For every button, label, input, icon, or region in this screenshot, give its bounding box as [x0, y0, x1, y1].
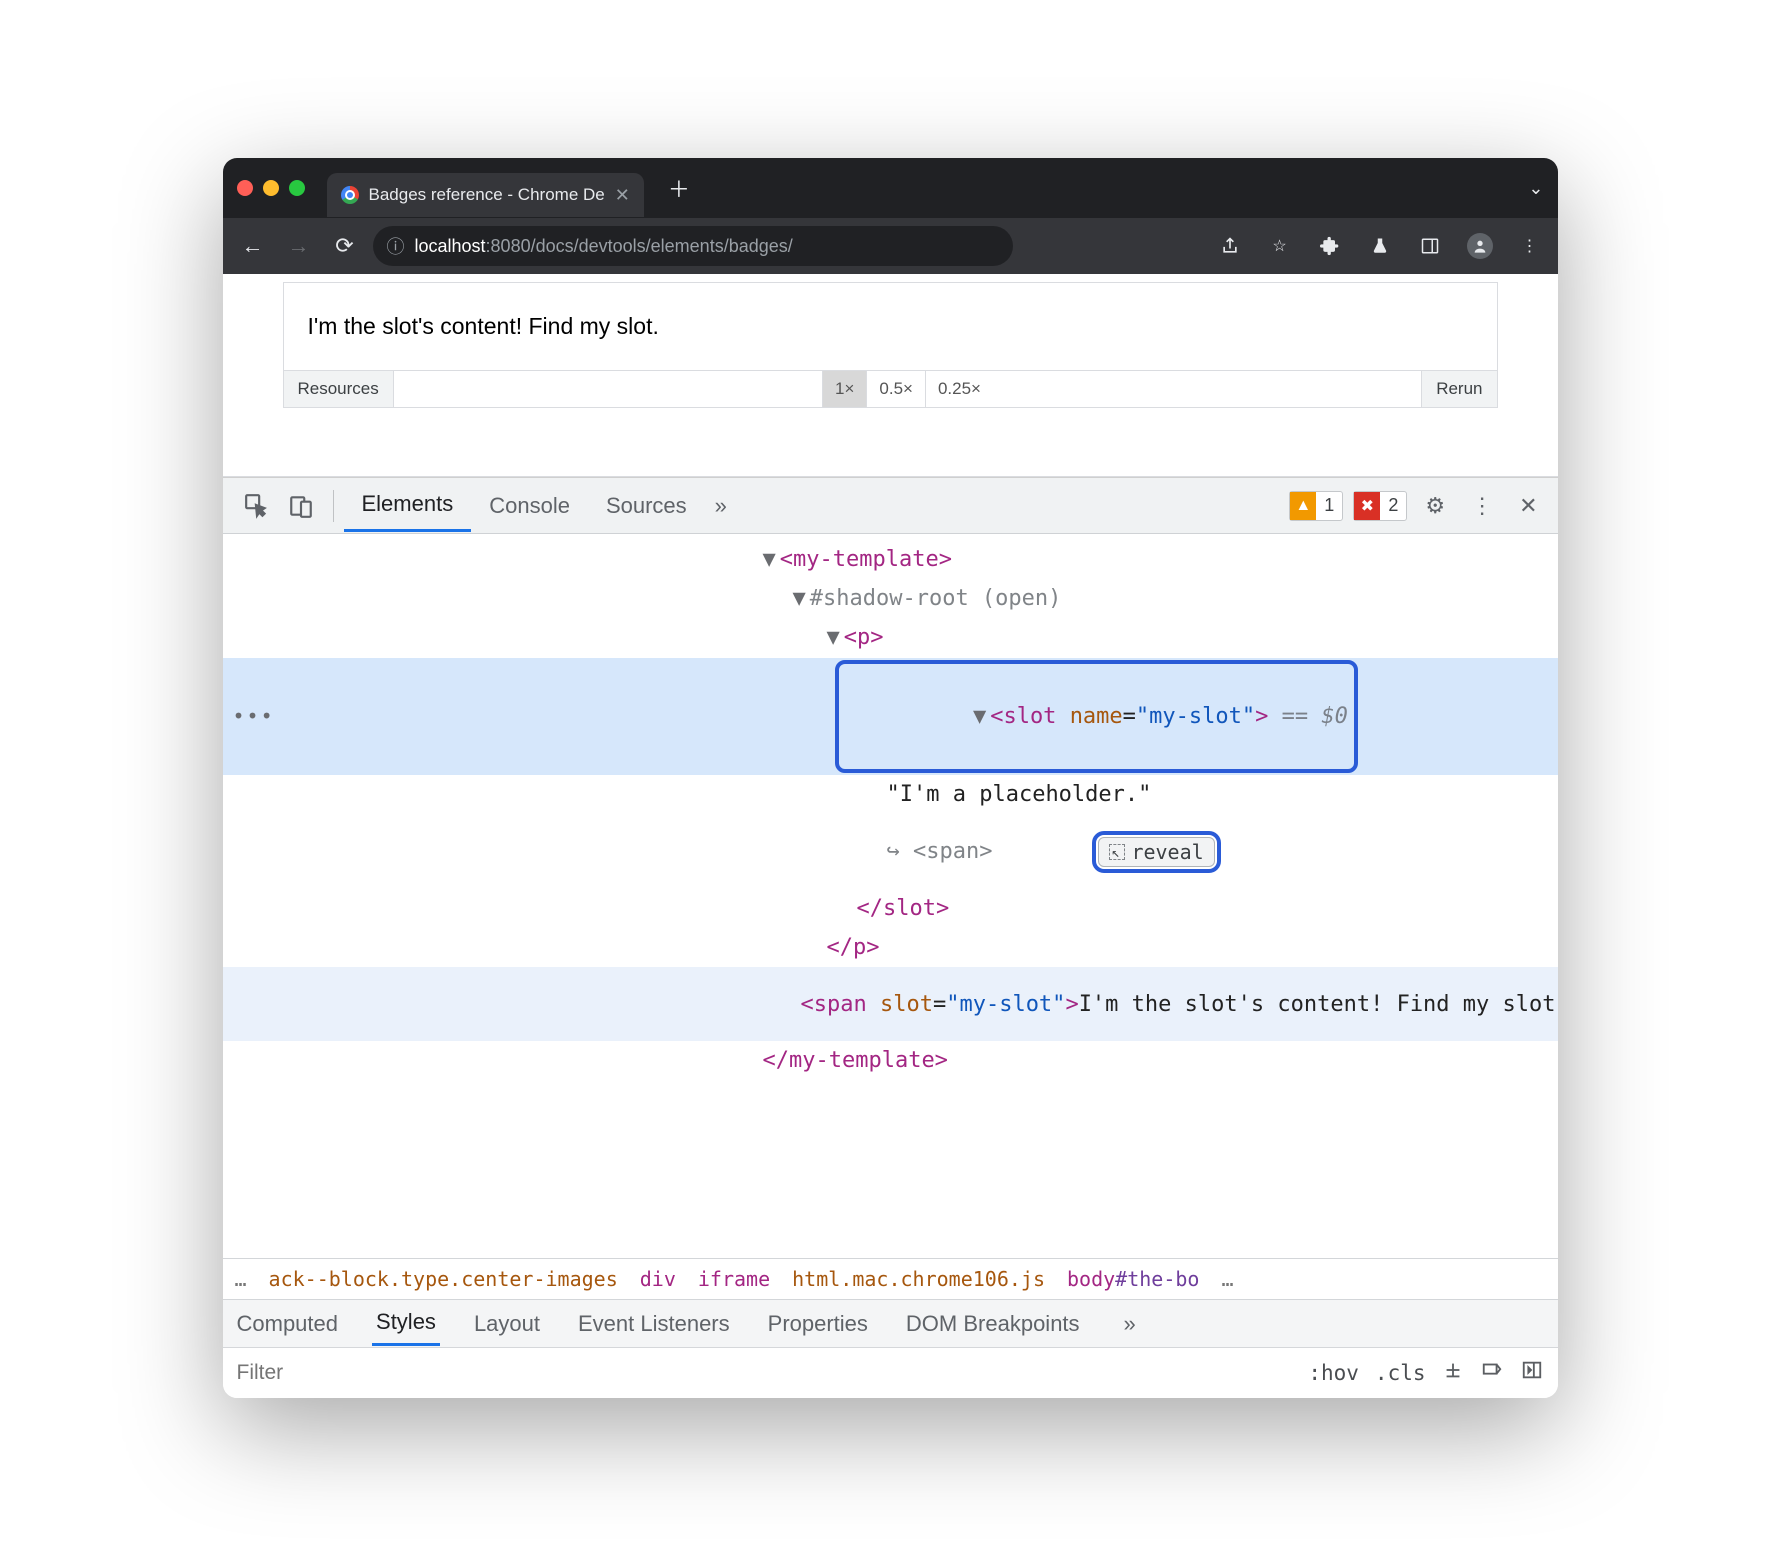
minimize-window-icon[interactable] — [263, 180, 279, 196]
page-viewport: I'm the slot's content! Find my slot. Re… — [223, 274, 1558, 477]
side-panel-icon[interactable] — [1414, 230, 1446, 262]
reveal-badge[interactable]: reveal — [1098, 837, 1214, 867]
zoom-05x[interactable]: 0.5× — [866, 371, 925, 407]
tab-title: Badges reference - Chrome De — [369, 185, 605, 205]
dom-shadow-root[interactable]: #shadow-root (open) — [810, 581, 1062, 616]
dom-span-row[interactable]: <span slot="my-slot">I'm the slot's cont… — [223, 967, 1558, 1041]
tab-sources[interactable]: Sources — [588, 481, 705, 531]
devtools-menu-icon[interactable]: ⋮ — [1463, 493, 1501, 519]
crumb-4[interactable]: html.mac.chrome106.js — [792, 1267, 1045, 1291]
devtools-panel: Elements Console Sources » ▲1 ✖2 ⚙ ⋮ ✕ ▼… — [223, 477, 1558, 1398]
reload-button[interactable]: ⟳ — [327, 228, 363, 264]
demo-controls: Resources 1× 0.5× 0.25× Rerun — [284, 370, 1497, 407]
settings-gear-icon[interactable]: ⚙ — [1417, 493, 1453, 519]
back-button[interactable]: ← — [235, 228, 271, 264]
tab-computed[interactable]: Computed — [233, 1303, 343, 1345]
tab-elements[interactable]: Elements — [344, 479, 472, 532]
browser-toolbar: ← → ⟳ ⓘ localhost:8080/docs/devtools/ele… — [223, 218, 1558, 274]
cls-toggle[interactable]: .cls — [1375, 1361, 1426, 1385]
url-host: localhost — [415, 236, 486, 256]
devtools-tabbar: Elements Console Sources » ▲1 ✖2 ⚙ ⋮ ✕ — [223, 478, 1558, 534]
inspect-element-icon[interactable] — [235, 484, 279, 528]
toolbar-icons: ☆ ⋮ — [1214, 230, 1546, 262]
chrome-favicon-icon — [341, 186, 359, 204]
profile-avatar-icon[interactable] — [1464, 230, 1496, 262]
eq0-indicator: == $0 — [1268, 704, 1347, 729]
crumb-ellipsis-right[interactable]: … — [1221, 1267, 1233, 1291]
styles-filter-input[interactable] — [237, 1361, 1293, 1385]
extensions-icon[interactable] — [1314, 230, 1346, 262]
styles-filter-row: :hov .cls — [223, 1348, 1558, 1398]
forward-button[interactable]: → — [281, 228, 317, 264]
hover-toggle[interactable]: :hov — [1308, 1361, 1359, 1385]
crumb-2[interactable]: div — [640, 1267, 676, 1291]
tab-close-icon[interactable]: ✕ — [615, 185, 630, 206]
styles-tabs-overflow-icon[interactable]: » — [1114, 1311, 1146, 1337]
traffic-lights — [237, 180, 305, 196]
tabs-overflow-icon[interactable]: » — [705, 493, 737, 519]
dom-placeholder-text[interactable]: "I'm a placeholder." — [887, 777, 1152, 812]
dom-p-close[interactable]: </p> — [827, 930, 880, 965]
bookmark-star-icon[interactable]: ☆ — [1264, 230, 1296, 262]
tab-dom-breakpoints[interactable]: DOM Breakpoints — [902, 1303, 1084, 1345]
dom-selected-row[interactable]: ••• ▼<slot name="my-slot"> == $0 — [223, 658, 1558, 776]
zoom-1x[interactable]: 1× — [822, 371, 866, 407]
toggle-sidebar-icon[interactable] — [1520, 1359, 1544, 1387]
crumb-5[interactable]: body#the-bo — [1067, 1267, 1199, 1291]
reveal-arrow-icon — [1109, 844, 1125, 860]
browser-window: Badges reference - Chrome De ✕ ＋ ⌄ ← → ⟳… — [223, 158, 1558, 1398]
tab-properties[interactable]: Properties — [764, 1303, 872, 1345]
dom-slot-close[interactable]: </slot> — [857, 891, 950, 926]
warnings-badge[interactable]: ▲1 — [1289, 491, 1343, 521]
styles-pane-tabs: Computed Styles Layout Event Listeners P… — [223, 1300, 1558, 1348]
page-content-text: I'm the slot's content! Find my slot. — [284, 283, 1497, 370]
tabs-dropdown-icon[interactable]: ⌄ — [1528, 178, 1543, 199]
device-toggle-icon[interactable] — [279, 484, 323, 528]
dom-my-template-close[interactable]: </my-template> — [763, 1043, 948, 1078]
errors-badge[interactable]: ✖2 — [1353, 491, 1407, 521]
new-style-rule-icon[interactable] — [1442, 1359, 1464, 1387]
zoom-025x[interactable]: 0.25× — [925, 371, 993, 407]
share-icon[interactable] — [1214, 230, 1246, 262]
browser-tab[interactable]: Badges reference - Chrome De ✕ — [327, 173, 644, 217]
dom-my-template-open[interactable]: <my-template> — [780, 542, 952, 577]
maximize-window-icon[interactable] — [289, 180, 305, 196]
url-path: /docs/devtools/elements/badges/ — [531, 236, 793, 256]
tab-styles[interactable]: Styles — [372, 1301, 440, 1346]
resources-button[interactable]: Resources — [284, 371, 394, 407]
dom-span-ref[interactable]: ↪ <span> — [887, 834, 993, 869]
crumb-1[interactable]: ack--block.type.center-images — [269, 1267, 618, 1291]
tab-layout[interactable]: Layout — [470, 1303, 544, 1345]
site-info-icon[interactable]: ⓘ — [387, 233, 405, 259]
rerun-button[interactable]: Rerun — [1421, 371, 1496, 407]
close-window-icon[interactable] — [237, 180, 253, 196]
labs-flask-icon[interactable] — [1364, 230, 1396, 262]
browser-menu-icon[interactable]: ⋮ — [1514, 230, 1546, 262]
devtools-close-icon[interactable]: ✕ — [1511, 493, 1545, 519]
crumb-3[interactable]: iframe — [698, 1267, 770, 1291]
format-icon[interactable] — [1480, 1359, 1504, 1387]
address-bar[interactable]: ⓘ localhost:8080/docs/devtools/elements/… — [373, 226, 1013, 266]
url-port: :8080 — [486, 236, 531, 256]
dom-tree[interactable]: ▼<my-template> ▼#shadow-root (open) ▼<p>… — [223, 534, 1558, 1258]
row-overflow-icon[interactable]: ••• — [233, 700, 275, 732]
dom-p-open[interactable]: <p> — [844, 620, 884, 655]
new-tab-button[interactable]: ＋ — [658, 166, 700, 210]
crumb-ellipsis-left[interactable]: … — [235, 1267, 247, 1291]
dom-breadcrumb[interactable]: … ack--block.type.center-images div ifra… — [223, 1258, 1558, 1300]
tab-console[interactable]: Console — [471, 481, 588, 531]
window-titlebar: Badges reference - Chrome De ✕ ＋ ⌄ — [223, 158, 1558, 218]
tab-event-listeners[interactable]: Event Listeners — [574, 1303, 734, 1345]
